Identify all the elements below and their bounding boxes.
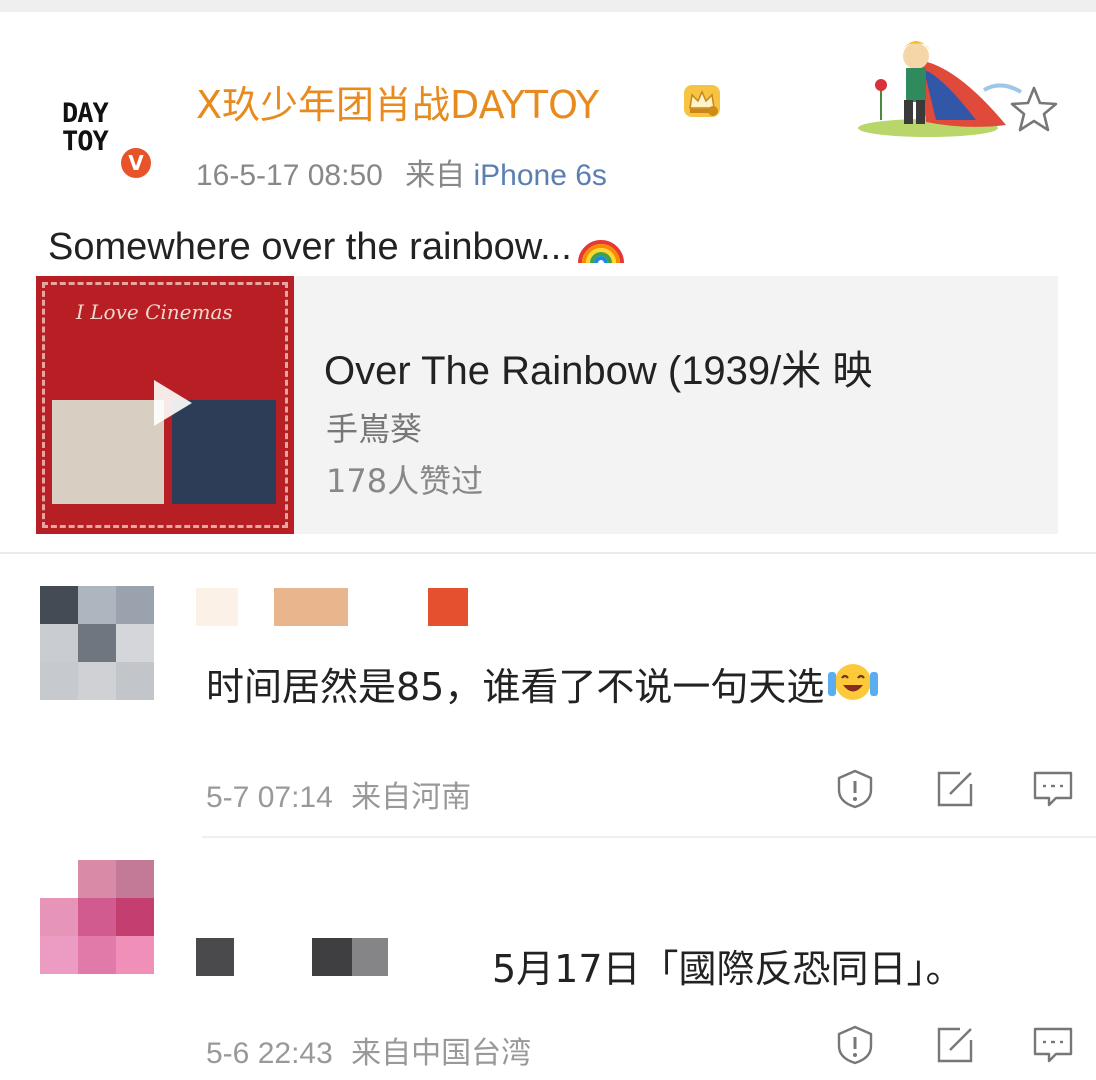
- album-cover[interactable]: I Love Cinemas: [36, 276, 294, 534]
- song-title: Over The Rainbow (1939/米 映: [324, 349, 873, 393]
- comment-text-content: 时间居然是85，谁看了不说一句天选: [206, 665, 825, 709]
- album-cover-text: I Love Cinemas: [76, 300, 233, 324]
- report-icon[interactable]: [834, 768, 876, 810]
- weibo-post: DAY TOY V X玖少年团肖战DAYTOY 16-5-17 08:50 来自…: [0, 12, 1096, 552]
- comment-text: 5月17日「國際反恐同日」。: [492, 947, 964, 991]
- avatar-logo-text: DAY TOY: [62, 98, 109, 157]
- commenter-avatar[interactable]: [40, 860, 154, 974]
- comment-divider: [202, 836, 1096, 838]
- post-device[interactable]: iPhone 6s: [474, 159, 607, 192]
- crown-icon: [684, 85, 720, 117]
- avatar[interactable]: DAY TOY V: [46, 82, 156, 192]
- comment-text: 时间居然是85，谁看了不说一句天选: [206, 656, 880, 711]
- post-meta: 16-5-17 08:50 来自 iPhone 6s: [196, 150, 607, 194]
- post-text: Somewhere over the rainbow...: [48, 226, 626, 269]
- repost-icon[interactable]: [934, 768, 976, 810]
- post-text-content: Somewhere over the rainbow...: [48, 226, 572, 268]
- comment-time: 5-6 22:43: [206, 1037, 333, 1070]
- comment-source: 来自中国台湾: [351, 1037, 532, 1070]
- reply-icon[interactable]: [1032, 768, 1074, 810]
- repost-icon[interactable]: [934, 1024, 976, 1066]
- music-card[interactable]: I Love Cinemas Over The Rainbow (1939/米 …: [36, 276, 1058, 534]
- star-icon[interactable]: [1008, 84, 1060, 136]
- comment-meta: 5-7 07:14 来自河南: [206, 772, 471, 816]
- comment-time: 5-7 07:14: [206, 781, 333, 814]
- top-strip: [0, 0, 1096, 12]
- section-divider: [0, 552, 1096, 554]
- verified-badge: V: [118, 145, 154, 181]
- username[interactable]: X玖少年团肖战DAYTOY: [196, 74, 599, 129]
- reply-icon[interactable]: [1032, 1024, 1074, 1066]
- report-icon[interactable]: [834, 1024, 876, 1066]
- song-likes: 178人赞过: [326, 462, 484, 500]
- little-prince-icon: [858, 41, 1023, 137]
- laughing-crying-emoji: [828, 664, 879, 700]
- rainbow-icon: [577, 240, 624, 264]
- comment-source: 来自河南: [351, 781, 472, 814]
- commenter-avatar[interactable]: [40, 586, 154, 700]
- comment-meta: 5-6 22:43 来自中国台湾: [206, 1028, 531, 1072]
- post-time: 16-5-17 08:50: [196, 159, 383, 192]
- play-icon[interactable]: [138, 372, 200, 434]
- post-source-prefix: 来自: [405, 159, 466, 192]
- song-artist: 手嶌葵: [326, 410, 423, 448]
